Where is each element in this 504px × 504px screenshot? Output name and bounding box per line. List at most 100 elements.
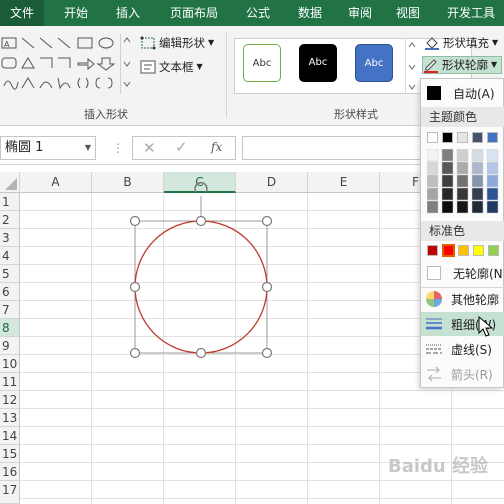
ellipse-shape[interactable]: [126, 178, 276, 364]
menu-item-more-colors-label: 其他轮廓: [451, 292, 500, 307]
rotate-handle-icon[interactable]: [194, 182, 208, 193]
style-gallery-scroll[interactable]: [405, 39, 417, 93]
group-divider: [226, 32, 227, 118]
standard-swatch-orange[interactable]: [458, 245, 469, 256]
dots-icon[interactable]: ⋮: [112, 141, 124, 155]
theme-swatch-white[interactable]: [427, 132, 438, 143]
tab-file[interactable]: 文件: [0, 0, 44, 26]
row-header-7[interactable]: 7: [0, 301, 20, 319]
theme-swatch-dark-blue-gray[interactable]: [472, 132, 483, 143]
edit-shape-icon: [140, 36, 156, 50]
gallery-arrows-icon: [123, 37, 131, 87]
row-header-10[interactable]: 10: [0, 355, 20, 373]
gallery-arrows-icon: [408, 42, 416, 90]
shape-outline-menu: 自动(A) 主题颜色 标准色 无轮廓(N 其他轮廓 粗细(W) 虚线(S) 箭头…: [420, 78, 504, 388]
row-header-4[interactable]: 4: [0, 247, 20, 265]
formula-buttons: ✕ ✓ fx: [132, 136, 236, 160]
theme-swatch-black[interactable]: [442, 132, 453, 143]
row-header-14[interactable]: 14: [0, 427, 20, 445]
column-header-a[interactable]: A: [20, 172, 92, 193]
text-box-button[interactable]: 文本框 ▼: [140, 58, 203, 76]
theme-swatch-gray[interactable]: [457, 132, 468, 143]
row-header-16[interactable]: 16: [0, 463, 20, 481]
select-all-corner[interactable]: [0, 172, 20, 193]
tab-developer[interactable]: 开发工具: [438, 0, 504, 26]
menu-item-auto-label: 自动(A): [453, 86, 495, 101]
shapes-gallery[interactable]: A: [0, 34, 130, 94]
tab-view[interactable]: 视图: [388, 0, 428, 26]
pencil-icon: [424, 59, 438, 73]
menu-item-dashes-label: 虚线(S): [451, 342, 492, 357]
cancel-icon[interactable]: ✕: [143, 139, 156, 157]
shape-styles-group-label: 形状样式: [334, 108, 378, 121]
menu-item-arrows[interactable]: 箭头(R): [421, 362, 504, 386]
row-header-3[interactable]: 3: [0, 229, 20, 247]
column-header-e[interactable]: E: [308, 172, 380, 193]
theme-swatch-blue[interactable]: [487, 132, 498, 143]
resize-handles[interactable]: [129, 215, 273, 359]
menu-item-no-outline-label: 无轮廓(N: [453, 266, 503, 281]
auto-color-swatch: [427, 86, 441, 100]
tab-formulas[interactable]: 公式: [236, 0, 280, 26]
chevron-down-icon: ▼: [208, 38, 215, 47]
tab-review[interactable]: 审阅: [338, 0, 382, 26]
menu-item-dashes[interactable]: 虚线(S): [421, 337, 504, 361]
row-header-8[interactable]: 8: [0, 319, 20, 337]
menu-item-more-colors[interactable]: 其他轮廓: [421, 287, 504, 311]
check-icon[interactable]: ✓: [175, 138, 188, 156]
row-header-2[interactable]: 2: [0, 211, 20, 229]
shape-outline-label: 形状轮廓: [442, 58, 488, 72]
style-swatch-outline[interactable]: Abc: [243, 44, 281, 82]
tab-page-layout[interactable]: 页面布局: [160, 0, 228, 26]
standard-swatch-red[interactable]: [442, 244, 455, 257]
chevron-down-icon: ▼: [492, 38, 499, 47]
edit-shape-button[interactable]: 编辑形状 ▼: [140, 34, 214, 52]
row-header-11[interactable]: 11: [0, 373, 20, 391]
shape-icons: A: [1, 37, 116, 90]
shape-outline-button[interactable]: 形状轮廓 ▼: [422, 56, 503, 74]
shape-fill-button[interactable]: 形状填充 ▼: [424, 34, 498, 52]
standard-swatch-light-green[interactable]: [488, 245, 499, 256]
text-box-icon: [140, 60, 156, 74]
row-header-12[interactable]: 12: [0, 391, 20, 409]
row-header-17[interactable]: 17: [0, 481, 20, 504]
no-outline-swatch: [427, 266, 441, 280]
name-box[interactable]: 椭圆 1 ▼: [0, 136, 96, 160]
fx-icon[interactable]: fx: [211, 140, 222, 154]
chevron-down-icon: ▼: [196, 62, 203, 71]
row-header-5[interactable]: 5: [0, 265, 20, 283]
theme-colors-heading: 主题颜色: [421, 107, 504, 127]
mouse-cursor-icon: [478, 316, 494, 337]
ellipse-outline: [134, 220, 268, 354]
ribbon-tab-bar: 文件 开始 插入 页面布局 公式 数据 审阅 视图 开发工具: [0, 0, 504, 26]
chevron-down-icon: ▼: [491, 60, 498, 69]
edit-shape-label: 编辑形状: [159, 36, 205, 50]
row-header-9[interactable]: 9: [0, 337, 20, 355]
selection-box: [134, 220, 268, 354]
shape-fill-label: 形状填充: [443, 36, 489, 50]
paint-bucket-icon: [425, 37, 439, 50]
standard-swatch-yellow[interactable]: [473, 245, 484, 256]
arrows-icon: [427, 366, 441, 382]
gallery-scroll[interactable]: [120, 34, 132, 94]
standard-colors-heading: 标准色: [421, 221, 504, 241]
menu-item-auto[interactable]: 自动(A): [421, 81, 504, 105]
menu-item-no-outline[interactable]: 无轮廓(N: [421, 261, 504, 285]
name-box-value: 椭圆 1: [5, 140, 44, 155]
standard-swatch-dark-red[interactable]: [427, 245, 438, 256]
line-weight-icon: [426, 318, 442, 330]
style-swatch-black[interactable]: Abc: [299, 44, 337, 82]
row-header-13[interactable]: 13: [0, 409, 20, 427]
text-box-label: 文本框: [159, 60, 194, 74]
tab-data[interactable]: 数据: [288, 0, 332, 26]
chevron-down-icon[interactable]: ▼: [85, 137, 91, 159]
row-header-15[interactable]: 15: [0, 445, 20, 463]
row-header-6[interactable]: 6: [0, 283, 20, 301]
tab-insert[interactable]: 插入: [106, 0, 150, 26]
insert-shapes-group-label: 插入形状: [84, 108, 128, 121]
row-header-1[interactable]: 1: [0, 193, 20, 211]
baidu-watermark: Baidu 经验: [388, 456, 489, 477]
style-swatch-blue[interactable]: Abc: [355, 44, 393, 82]
theme-shades-grid[interactable]: [427, 149, 503, 215]
tab-home[interactable]: 开始: [54, 0, 98, 26]
